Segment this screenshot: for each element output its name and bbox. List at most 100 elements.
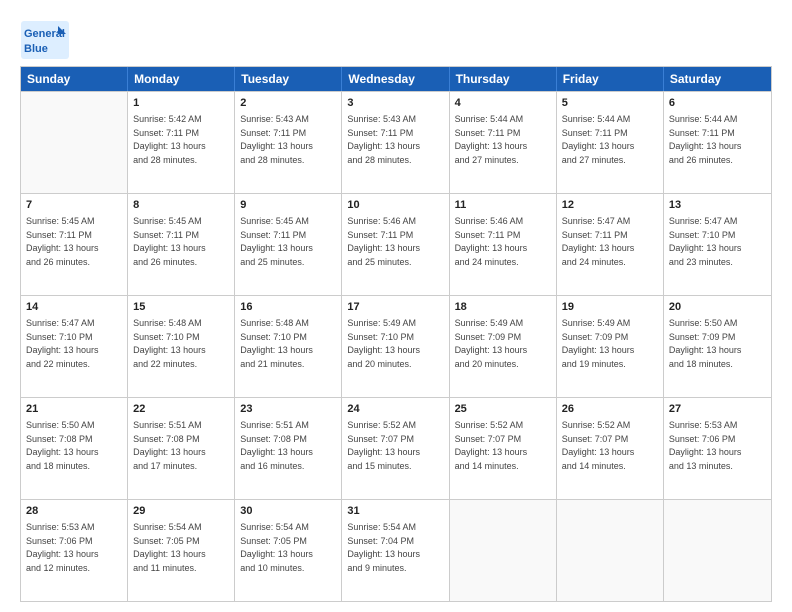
day-info: Sunrise: 5:48 AM Sunset: 7:10 PM Dayligh… <box>240 317 336 371</box>
calendar-day-cell: 30 Sunrise: 5:54 AM Sunset: 7:05 PM Dayli… <box>235 500 342 601</box>
calendar-day-cell: 19 Sunrise: 5:49 AM Sunset: 7:09 PM Dayli… <box>557 296 664 397</box>
page-header: GeneralBlue <box>20 20 772 60</box>
day-info: Sunrise: 5:54 AM Sunset: 7:05 PM Dayligh… <box>133 521 229 575</box>
day-number: 1 <box>133 96 229 111</box>
day-info: Sunrise: 5:46 AM Sunset: 7:11 PM Dayligh… <box>455 215 551 269</box>
day-info: Sunrise: 5:54 AM Sunset: 7:04 PM Dayligh… <box>347 521 443 575</box>
day-number: 3 <box>347 96 443 111</box>
calendar-week: 28Sunrise: 5:53 AM Sunset: 7:06 PM Dayli… <box>21 499 771 601</box>
weekday-header: Saturday <box>664 67 771 91</box>
calendar-day-cell: 18 Sunrise: 5:49 AM Sunset: 7:09 PM Dayli… <box>450 296 557 397</box>
day-info: Sunrise: 5:47 AM Sunset: 7:10 PM Dayligh… <box>669 215 766 269</box>
day-number: 10 <box>347 198 443 213</box>
calendar-day-cell: 13 Sunrise: 5:47 AM Sunset: 7:10 PM Dayli… <box>664 194 771 295</box>
day-info: Sunrise: 5:47 AM Sunset: 7:11 PM Dayligh… <box>562 215 658 269</box>
day-number: 8 <box>133 198 229 213</box>
day-info: Sunrise: 5:53 AM Sunset: 7:06 PM Dayligh… <box>669 419 766 473</box>
day-info: Sunrise: 5:44 AM Sunset: 7:11 PM Dayligh… <box>455 113 551 167</box>
day-number: 7 <box>26 198 122 213</box>
calendar-day-cell: 28Sunrise: 5:53 AM Sunset: 7:06 PM Dayli… <box>21 500 128 601</box>
calendar-day-cell: 3Sunrise: 5:43 AM Sunset: 7:11 PM Daylig… <box>342 92 449 193</box>
calendar-day-cell: 31 Sunrise: 5:54 AM Sunset: 7:04 PM Dayli… <box>342 500 449 601</box>
calendar-week: 21 Sunrise: 5:50 AM Sunset: 7:08 PM Dayli… <box>21 397 771 499</box>
day-number: 5 <box>562 96 658 111</box>
calendar-day-cell: 29Sunrise: 5:54 AM Sunset: 7:05 PM Dayli… <box>128 500 235 601</box>
day-number: 17 <box>347 300 443 315</box>
calendar-day-cell: 17Sunrise: 5:49 AM Sunset: 7:10 PM Dayli… <box>342 296 449 397</box>
calendar-day-cell: 22 Sunrise: 5:51 AM Sunset: 7:08 PM Dayli… <box>128 398 235 499</box>
day-number: 27 <box>669 402 766 417</box>
day-info: Sunrise: 5:52 AM Sunset: 7:07 PM Dayligh… <box>347 419 443 473</box>
calendar-week: 7 Sunrise: 5:45 AM Sunset: 7:11 PM Daylig… <box>21 193 771 295</box>
calendar-week: 14Sunrise: 5:47 AM Sunset: 7:10 PM Dayli… <box>21 295 771 397</box>
day-number: 25 <box>455 402 551 417</box>
calendar-week: 1 Sunrise: 5:42 AM Sunset: 7:11 PM Daylig… <box>21 91 771 193</box>
day-info: Sunrise: 5:51 AM Sunset: 7:08 PM Dayligh… <box>133 419 229 473</box>
weekday-header: Friday <box>557 67 664 91</box>
day-info: Sunrise: 5:53 AM Sunset: 7:06 PM Dayligh… <box>26 521 122 575</box>
day-info: Sunrise: 5:49 AM Sunset: 7:09 PM Dayligh… <box>455 317 551 371</box>
calendar-day-cell: 23Sunrise: 5:51 AM Sunset: 7:08 PM Dayli… <box>235 398 342 499</box>
calendar-day-cell: 21 Sunrise: 5:50 AM Sunset: 7:08 PM Dayli… <box>21 398 128 499</box>
day-info: Sunrise: 5:43 AM Sunset: 7:11 PM Dayligh… <box>240 113 336 167</box>
calendar-day-cell: 25 Sunrise: 5:52 AM Sunset: 7:07 PM Dayli… <box>450 398 557 499</box>
day-info: Sunrise: 5:50 AM Sunset: 7:09 PM Dayligh… <box>669 317 766 371</box>
day-number: 26 <box>562 402 658 417</box>
day-number: 16 <box>240 300 336 315</box>
day-info: Sunrise: 5:48 AM Sunset: 7:10 PM Dayligh… <box>133 317 229 371</box>
day-number: 20 <box>669 300 766 315</box>
calendar-day-cell: 1 Sunrise: 5:42 AM Sunset: 7:11 PM Daylig… <box>128 92 235 193</box>
calendar-day-cell: 20 Sunrise: 5:50 AM Sunset: 7:09 PM Dayli… <box>664 296 771 397</box>
day-number: 11 <box>455 198 551 213</box>
day-number: 9 <box>240 198 336 213</box>
day-info: Sunrise: 5:54 AM Sunset: 7:05 PM Dayligh… <box>240 521 336 575</box>
day-info: Sunrise: 5:47 AM Sunset: 7:10 PM Dayligh… <box>26 317 122 371</box>
calendar-day-cell: 6Sunrise: 5:44 AM Sunset: 7:11 PM Daylig… <box>664 92 771 193</box>
day-info: Sunrise: 5:45 AM Sunset: 7:11 PM Dayligh… <box>240 215 336 269</box>
calendar-day-cell: 2 Sunrise: 5:43 AM Sunset: 7:11 PM Daylig… <box>235 92 342 193</box>
calendar-day-cell: 9 Sunrise: 5:45 AM Sunset: 7:11 PM Daylig… <box>235 194 342 295</box>
calendar-day-cell: 16 Sunrise: 5:48 AM Sunset: 7:10 PM Dayli… <box>235 296 342 397</box>
weekday-header: Wednesday <box>342 67 449 91</box>
day-number: 30 <box>240 504 336 519</box>
calendar-day-cell: 26 Sunrise: 5:52 AM Sunset: 7:07 PM Dayli… <box>557 398 664 499</box>
calendar-day-cell <box>21 92 128 193</box>
day-number: 31 <box>347 504 443 519</box>
calendar-day-cell: 5 Sunrise: 5:44 AM Sunset: 7:11 PM Daylig… <box>557 92 664 193</box>
calendar-day-cell: 24Sunrise: 5:52 AM Sunset: 7:07 PM Dayli… <box>342 398 449 499</box>
calendar-day-cell: 11 Sunrise: 5:46 AM Sunset: 7:11 PM Dayli… <box>450 194 557 295</box>
calendar-day-cell: 15Sunrise: 5:48 AM Sunset: 7:10 PM Dayli… <box>128 296 235 397</box>
svg-text:Blue: Blue <box>24 43 48 55</box>
calendar-day-cell: 14Sunrise: 5:47 AM Sunset: 7:10 PM Dayli… <box>21 296 128 397</box>
day-number: 18 <box>455 300 551 315</box>
day-number: 2 <box>240 96 336 111</box>
day-number: 13 <box>669 198 766 213</box>
day-info: Sunrise: 5:45 AM Sunset: 7:11 PM Dayligh… <box>133 215 229 269</box>
calendar-day-cell: 7 Sunrise: 5:45 AM Sunset: 7:11 PM Daylig… <box>21 194 128 295</box>
day-info: Sunrise: 5:42 AM Sunset: 7:11 PM Dayligh… <box>133 113 229 167</box>
day-info: Sunrise: 5:45 AM Sunset: 7:11 PM Dayligh… <box>26 215 122 269</box>
logo: GeneralBlue <box>20 20 70 60</box>
day-info: Sunrise: 5:44 AM Sunset: 7:11 PM Dayligh… <box>562 113 658 167</box>
day-info: Sunrise: 5:49 AM Sunset: 7:09 PM Dayligh… <box>562 317 658 371</box>
calendar-body: 1 Sunrise: 5:42 AM Sunset: 7:11 PM Daylig… <box>21 91 771 601</box>
calendar-day-cell <box>450 500 557 601</box>
calendar-day-cell: 4 Sunrise: 5:44 AM Sunset: 7:11 PM Daylig… <box>450 92 557 193</box>
calendar-day-cell: 27 Sunrise: 5:53 AM Sunset: 7:06 PM Dayli… <box>664 398 771 499</box>
calendar-header: SundayMondayTuesdayWednesdayThursdayFrid… <box>21 67 771 91</box>
day-number: 21 <box>26 402 122 417</box>
calendar-day-cell: 8 Sunrise: 5:45 AM Sunset: 7:11 PM Daylig… <box>128 194 235 295</box>
day-number: 19 <box>562 300 658 315</box>
day-info: Sunrise: 5:52 AM Sunset: 7:07 PM Dayligh… <box>455 419 551 473</box>
day-number: 4 <box>455 96 551 111</box>
calendar-day-cell <box>557 500 664 601</box>
weekday-header: Sunday <box>21 67 128 91</box>
weekday-header: Monday <box>128 67 235 91</box>
day-number: 12 <box>562 198 658 213</box>
day-number: 22 <box>133 402 229 417</box>
day-info: Sunrise: 5:50 AM Sunset: 7:08 PM Dayligh… <box>26 419 122 473</box>
day-info: Sunrise: 5:52 AM Sunset: 7:07 PM Dayligh… <box>562 419 658 473</box>
day-number: 23 <box>240 402 336 417</box>
day-info: Sunrise: 5:44 AM Sunset: 7:11 PM Dayligh… <box>669 113 766 167</box>
weekday-header: Thursday <box>450 67 557 91</box>
